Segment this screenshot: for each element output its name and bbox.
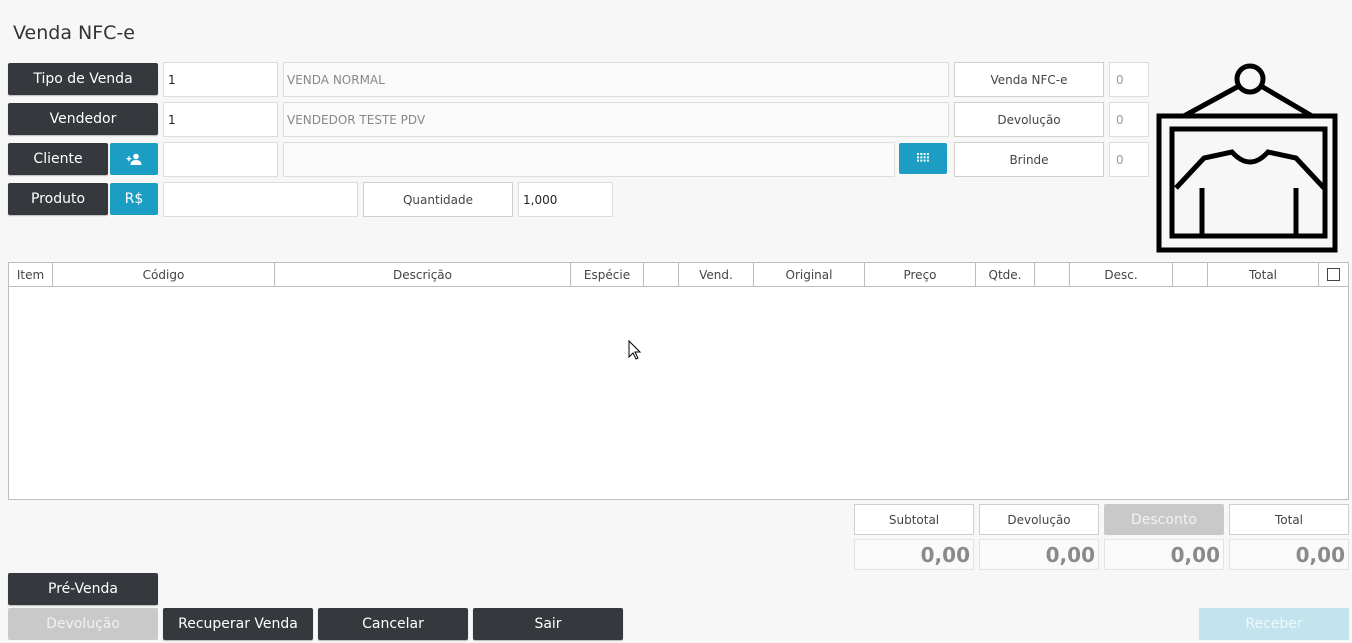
col-qtde[interactable]: Qtde. <box>976 263 1035 286</box>
subtotal-value: 0,00 <box>854 539 974 570</box>
counter-value-brinde: 0 <box>1109 142 1149 177</box>
col-original[interactable]: Original <box>754 263 865 286</box>
produto-code-input[interactable] <box>163 182 358 217</box>
col-descricao[interactable]: Descrição <box>275 263 571 286</box>
shirt-hanger-logo <box>1156 63 1338 253</box>
desconto-value: 0,00 <box>1104 539 1224 570</box>
cancelar-button[interactable]: Cancelar <box>318 608 468 640</box>
tipo-venda-desc-field: VENDA NORMAL <box>283 62 949 97</box>
counter-value-devolucao: 0 <box>1109 102 1149 137</box>
page-title: Venda NFC-e <box>13 22 135 44</box>
tipo-venda-button[interactable]: Tipo de Venda <box>8 63 158 95</box>
person-add-icon <box>126 153 142 165</box>
receber-button[interactable]: Receber <box>1199 608 1349 640</box>
subtotal-label: Subtotal <box>854 504 974 535</box>
devolucao-total-value: 0,00 <box>979 539 1099 570</box>
cliente-code-input[interactable] <box>163 142 278 177</box>
counter-value-venda-nfce: 0 <box>1109 62 1149 97</box>
vendedor-code-input[interactable]: 1 <box>163 102 278 137</box>
total-value: 0,00 <box>1229 539 1349 570</box>
counter-label-devolucao: Devolução <box>954 102 1104 137</box>
table-header: Item Código Descrição Espécie Vend. Orig… <box>9 263 1348 287</box>
pre-venda-button[interactable]: Pré-Venda <box>8 573 158 605</box>
col-vend[interactable]: Vend. <box>679 263 754 286</box>
vendedor-button[interactable]: Vendedor <box>8 103 158 135</box>
items-table[interactable]: Item Código Descrição Espécie Vend. Orig… <box>8 262 1349 500</box>
keypad-button[interactable] <box>899 143 947 174</box>
col-blank-3[interactable] <box>1173 263 1208 286</box>
devolucao-total-label: Devolução <box>979 504 1099 535</box>
produto-button[interactable]: Produto <box>8 183 108 215</box>
select-all-checkbox[interactable] <box>1327 268 1340 281</box>
add-client-button[interactable] <box>110 143 158 175</box>
price-button[interactable]: R$ <box>110 183 158 215</box>
col-item[interactable]: Item <box>9 263 53 286</box>
col-preco[interactable]: Preço <box>865 263 976 286</box>
sair-button[interactable]: Sair <box>473 608 623 640</box>
counter-label-brinde: Brinde <box>954 142 1104 177</box>
col-total[interactable]: Total <box>1208 263 1319 286</box>
desconto-button[interactable]: Desconto <box>1104 504 1224 535</box>
cliente-desc-field <box>283 142 895 177</box>
counter-label-venda-nfce: Venda NFC-e <box>954 62 1104 97</box>
cliente-button[interactable]: Cliente <box>8 143 108 175</box>
keypad-icon <box>917 152 929 162</box>
col-especie[interactable]: Espécie <box>571 263 644 286</box>
col-blank-1[interactable] <box>644 263 679 286</box>
quantidade-label: Quantidade <box>363 182 513 217</box>
mouse-cursor-icon <box>628 340 642 360</box>
quantidade-input[interactable]: 1,000 <box>518 182 613 217</box>
total-label: Total <box>1229 504 1349 535</box>
tipo-venda-code-input[interactable]: 1 <box>163 62 278 97</box>
col-desc[interactable]: Desc. <box>1070 263 1173 286</box>
vendedor-desc-field: VENDEDOR TESTE PDV <box>283 102 949 137</box>
col-codigo[interactable]: Código <box>53 263 275 286</box>
recuperar-venda-button[interactable]: Recuperar Venda <box>163 608 313 640</box>
col-blank-2[interactable] <box>1035 263 1070 286</box>
devolucao-button[interactable]: Devolução <box>8 608 158 640</box>
col-select-all[interactable] <box>1319 263 1348 286</box>
